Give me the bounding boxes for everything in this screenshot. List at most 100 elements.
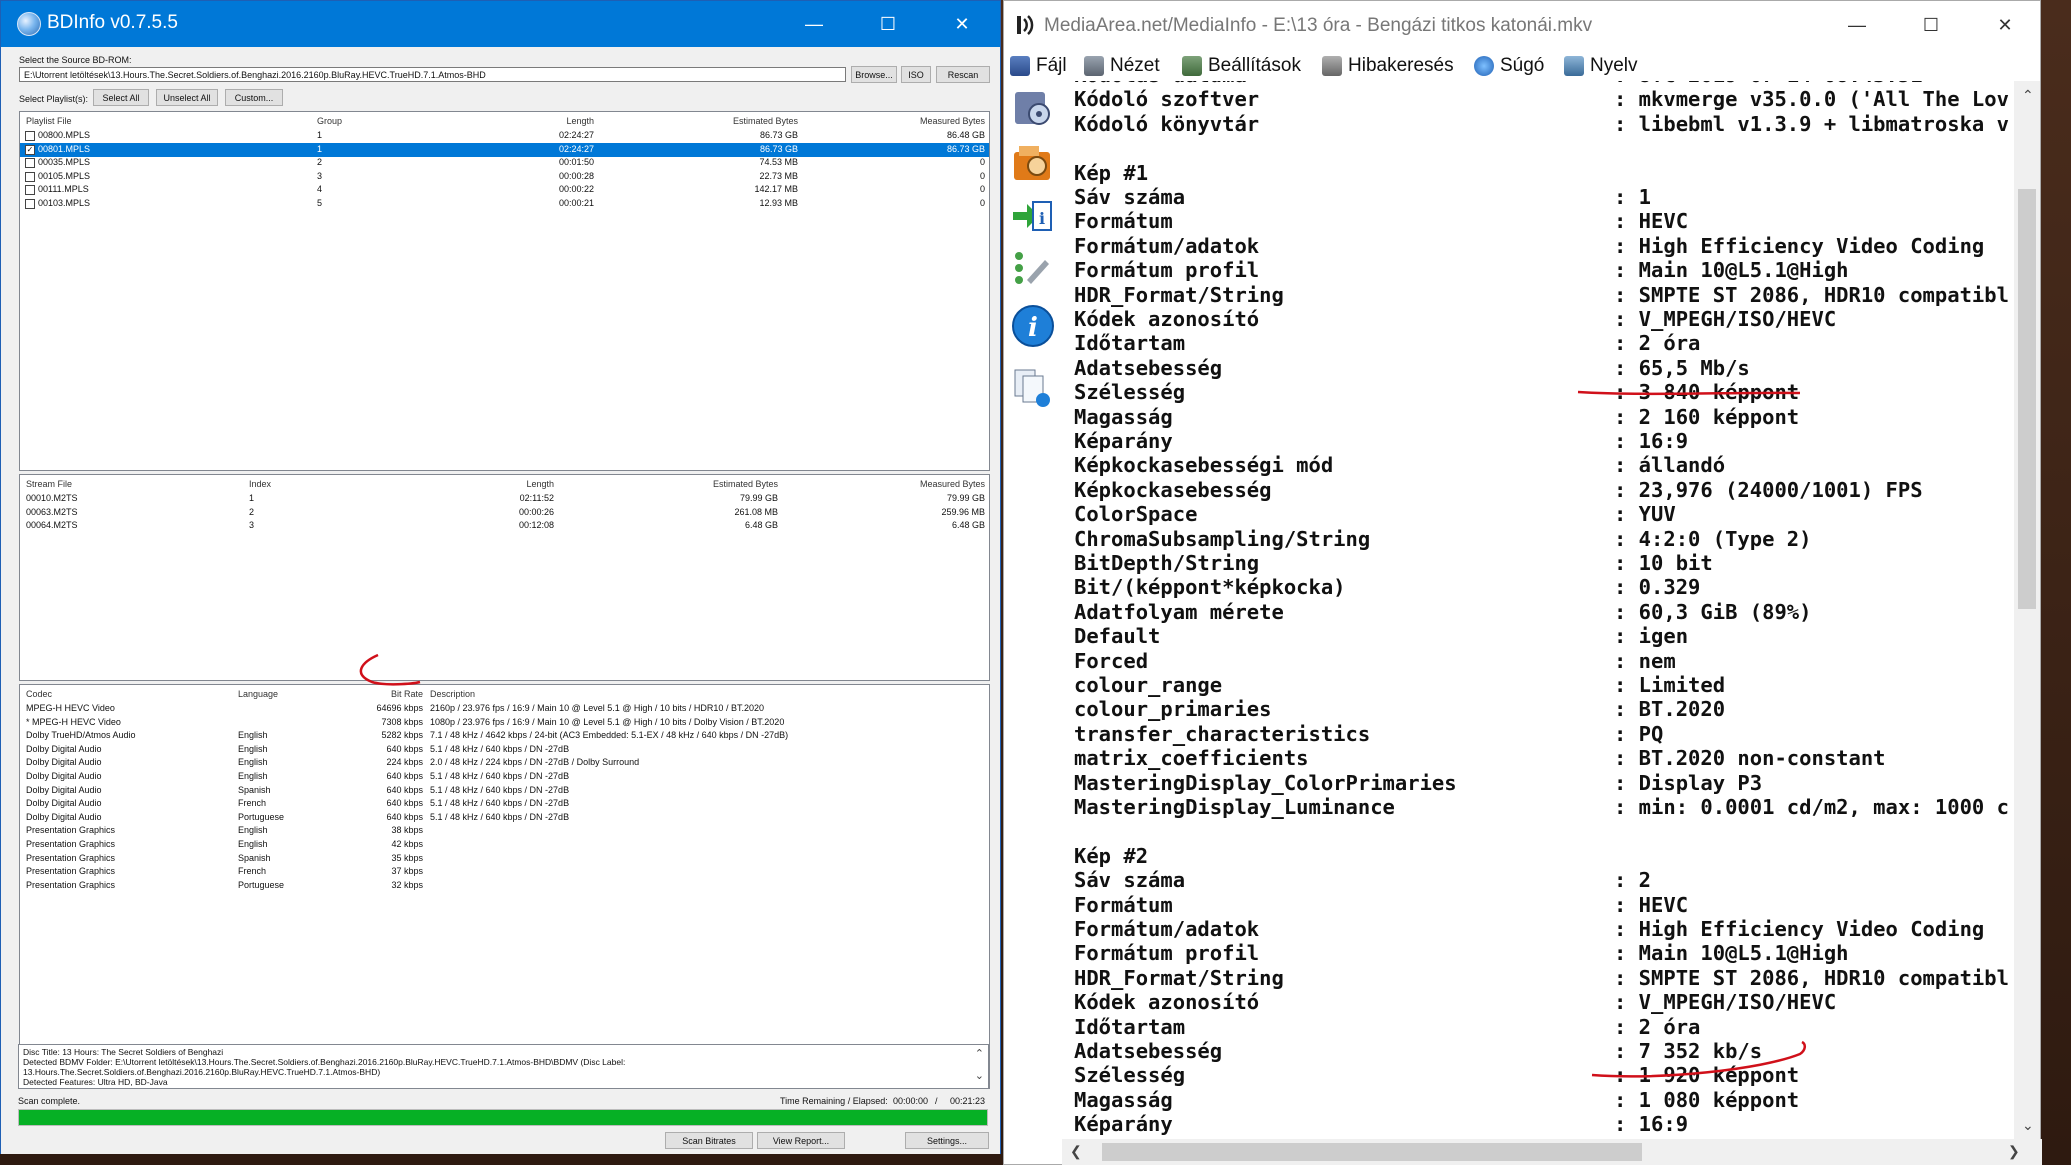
stream-row[interactable]: 00063.M2TS 2 00:00:26 261.08 MB 259.96 MB [20, 506, 989, 520]
select-all-button[interactable]: Select All [93, 89, 149, 106]
info-line: Kódoló szoftver: mkvmerge v35.0.0 ('All … [1074, 87, 2009, 111]
stream-meas-cell: 6.48 GB [951, 520, 985, 530]
info-export-icon[interactable]: i [1010, 193, 1056, 239]
col-stream-length[interactable]: Length [460, 479, 554, 489]
codec-row[interactable]: Dolby Digital Audio English 640 kbps 5.1 / … [20, 743, 989, 757]
horizontal-scrollbar[interactable]: ❮ ❯ [1062, 1139, 2042, 1165]
col-language[interactable]: Language [238, 689, 278, 699]
col-length[interactable]: Length [520, 116, 594, 126]
mi-maximize-button[interactable]: ☐ [1894, 1, 1968, 49]
playlist-list[interactable]: Playlist File Group Length Estimated Byt… [19, 111, 990, 471]
scan-bitrates-button[interactable]: Scan Bitrates [665, 1132, 753, 1149]
info-key: ChromaSubsampling/String [1074, 526, 1371, 551]
playlist-checkbox[interactable] [25, 185, 35, 195]
col-index[interactable]: Index [249, 479, 271, 489]
col-stream-file[interactable]: Stream File [26, 479, 72, 489]
stream-file-list[interactable]: Stream File Index Length Estimated Bytes… [19, 474, 990, 681]
playlist-checkbox[interactable] [25, 131, 35, 141]
codec-row[interactable]: Dolby Digital Audio Portuguese 640 kbps 5.1… [20, 811, 989, 825]
stream-meas-cell: 259.96 MB [941, 506, 985, 517]
time-label: Time Remaining / Elapsed: [780, 1096, 888, 1106]
horizontal-scroll-thumb[interactable] [1102, 1143, 1642, 1161]
unselect-all-button[interactable]: Unselect All [156, 89, 218, 106]
codec-language-cell: Spanish [238, 784, 271, 795]
sheet-view-icon[interactable] [1010, 365, 1056, 411]
disc-summary-box[interactable]: Disc Title: 13 Hours: The Secret Soldier… [18, 1044, 989, 1089]
minimize-button[interactable]: — [777, 1, 851, 47]
open-file-icon[interactable] [1010, 85, 1056, 131]
codec-row[interactable]: Dolby Digital Audio Spanish 640 kbps 5.1 / … [20, 784, 989, 798]
playlist-row[interactable]: ✓ 00801.MPLS 1 02:24:27 86.73 GB 86.73 GB [20, 142, 989, 157]
codec-description-cell: 1080p / 23.976 fps / 16:9 / Main 10 @ Le… [430, 716, 785, 727]
scroll-down-icon[interactable]: ⌄ [975, 1069, 984, 1082]
close-button[interactable]: ✕ [925, 1, 999, 47]
playlist-checkbox[interactable] [25, 171, 35, 182]
playlist-row[interactable]: 00800.MPLS 1 02:24:27 86.73 GB 86.48 GB [20, 129, 989, 143]
codec-row[interactable]: Dolby Digital Audio English 224 kbps 2.0 / … [20, 756, 989, 770]
maximize-button[interactable]: ☐ [851, 1, 925, 47]
view-report-button[interactable]: View Report... [757, 1132, 845, 1149]
vertical-scrollbar[interactable]: ⌃ ⌄ [2014, 81, 2040, 1139]
playlist-checkbox[interactable] [25, 158, 35, 168]
stream-row[interactable]: 00064.M2TS 3 00:12:08 6.48 GB 6.48 GB [20, 519, 989, 533]
col-description[interactable]: Description [430, 689, 475, 699]
codec-row[interactable]: Presentation Graphics English 38 kbps [20, 824, 989, 838]
info-key: Képarány [1074, 1112, 1173, 1137]
playlist-row[interactable]: 00035.MPLS 2 00:01:50 74.53 MB 0 [20, 156, 989, 170]
codec-row[interactable]: Presentation Graphics Portuguese 32 kbps [20, 879, 989, 893]
codec-row[interactable]: Presentation Graphics French 37 kbps [20, 865, 989, 879]
browse-button[interactable]: Browse... [851, 66, 897, 83]
menu-settings[interactable]: Beállítások [1182, 55, 1301, 77]
col-bit-rate[interactable]: Bit Rate [320, 689, 423, 699]
mi-close-button[interactable]: ✕ [1968, 1, 2042, 49]
playlist-checkbox[interactable] [25, 198, 35, 209]
stream-est-cell: 6.48 GB [744, 520, 778, 530]
col-playlist-file[interactable]: Playlist File [26, 116, 72, 126]
codec-list[interactable]: Codec Language Bit Rate Description MPEG… [19, 684, 990, 1089]
scroll-right-arrow-icon[interactable]: ❯ [2008, 1143, 2020, 1160]
vertical-scroll-thumb[interactable] [2018, 189, 2036, 609]
codec-row[interactable]: Dolby Digital Audio English 640 kbps 5.1 / … [20, 770, 989, 784]
playlist-row[interactable]: 00103.MPLS 5 00:00:21 12.93 MB 0 [20, 197, 989, 211]
menu-file[interactable]: Fájl [1010, 55, 1067, 77]
col-group[interactable]: Group [317, 116, 342, 126]
iso-button[interactable]: ISO [901, 66, 931, 83]
playlist-row[interactable]: 00105.MPLS 3 00:00:28 22.73 MB 0 [20, 170, 989, 184]
stream-row[interactable]: 00010.M2TS 1 02:11:52 79.99 GB 79.99 GB [20, 492, 989, 506]
preferences-icon[interactable] [1010, 245, 1056, 291]
col-estimated-bytes[interactable]: Estimated Bytes [680, 116, 798, 126]
scroll-up-arrow-icon[interactable]: ⌃ [2022, 87, 2034, 104]
col-measured-bytes[interactable]: Measured Bytes [870, 116, 985, 126]
col-codec[interactable]: Codec [26, 689, 52, 699]
codec-row[interactable]: Dolby TrueHD/Atmos Audio English 5282 kbps… [20, 729, 989, 743]
open-folder-icon[interactable] [1010, 141, 1056, 187]
source-path-input[interactable]: E:\Utorrent letöltések\13.Hours.The.Secr… [19, 67, 846, 82]
settings-button[interactable]: Settings... [905, 1132, 989, 1149]
scroll-left-arrow-icon[interactable]: ❮ [1070, 1143, 1082, 1160]
scroll-down-arrow-icon[interactable]: ⌄ [2022, 1117, 2034, 1134]
rescan-button[interactable]: Rescan [936, 66, 990, 83]
codec-row[interactable]: Presentation Graphics Spanish 35 kbps [20, 852, 989, 866]
col-stream-estimated-bytes[interactable]: Estimated Bytes [660, 479, 778, 489]
menu-help[interactable]: Súgó [1474, 55, 1544, 77]
menu-debug[interactable]: Hibakeresés [1322, 55, 1454, 77]
mediainfo-title: MediaArea.net/MediaInfo - E:\13 óra - Be… [1044, 15, 1593, 36]
mediainfo-titlebar[interactable]: MediaArea.net/MediaInfo - E:\13 óra - Be… [1004, 1, 2040, 49]
menu-view[interactable]: Nézet [1084, 55, 1160, 77]
codec-row[interactable]: * MPEG-H HEVC Video 7308 kbps 1080p / 23.9… [20, 716, 989, 730]
info-key: HDR_Format/String [1074, 965, 1284, 990]
playlist-row[interactable]: 00111.MPLS 4 00:00:22 142.17 MB 0 [20, 183, 989, 197]
mediainfo-text-view[interactable]: Kódolás dátuma: UTC 2019-07-14 08:43:51K… [1062, 81, 2012, 1139]
mi-minimize-button[interactable]: — [1820, 1, 1894, 49]
codec-row[interactable]: MPEG-H HEVC Video 64696 kbps 2160p / 23.97… [20, 702, 989, 716]
menu-language[interactable]: Nyelv [1564, 55, 1638, 77]
codec-row[interactable]: Presentation Graphics English 42 kbps [20, 838, 989, 852]
col-stream-measured-bytes[interactable]: Measured Bytes [870, 479, 985, 489]
info-value: : 2 [1614, 868, 1652, 893]
playlist-checkbox[interactable]: ✓ [25, 144, 35, 155]
codec-row[interactable]: Dolby Digital Audio French 640 kbps 5.1 / 4… [20, 797, 989, 811]
bdinfo-titlebar[interactable]: BDInfo v0.7.5.5 — ☐ ✕ [1, 1, 1000, 47]
custom-button[interactable]: Custom... [225, 89, 283, 106]
scroll-up-icon[interactable]: ⌃ [975, 1047, 984, 1060]
about-icon[interactable]: i [1010, 303, 1056, 349]
